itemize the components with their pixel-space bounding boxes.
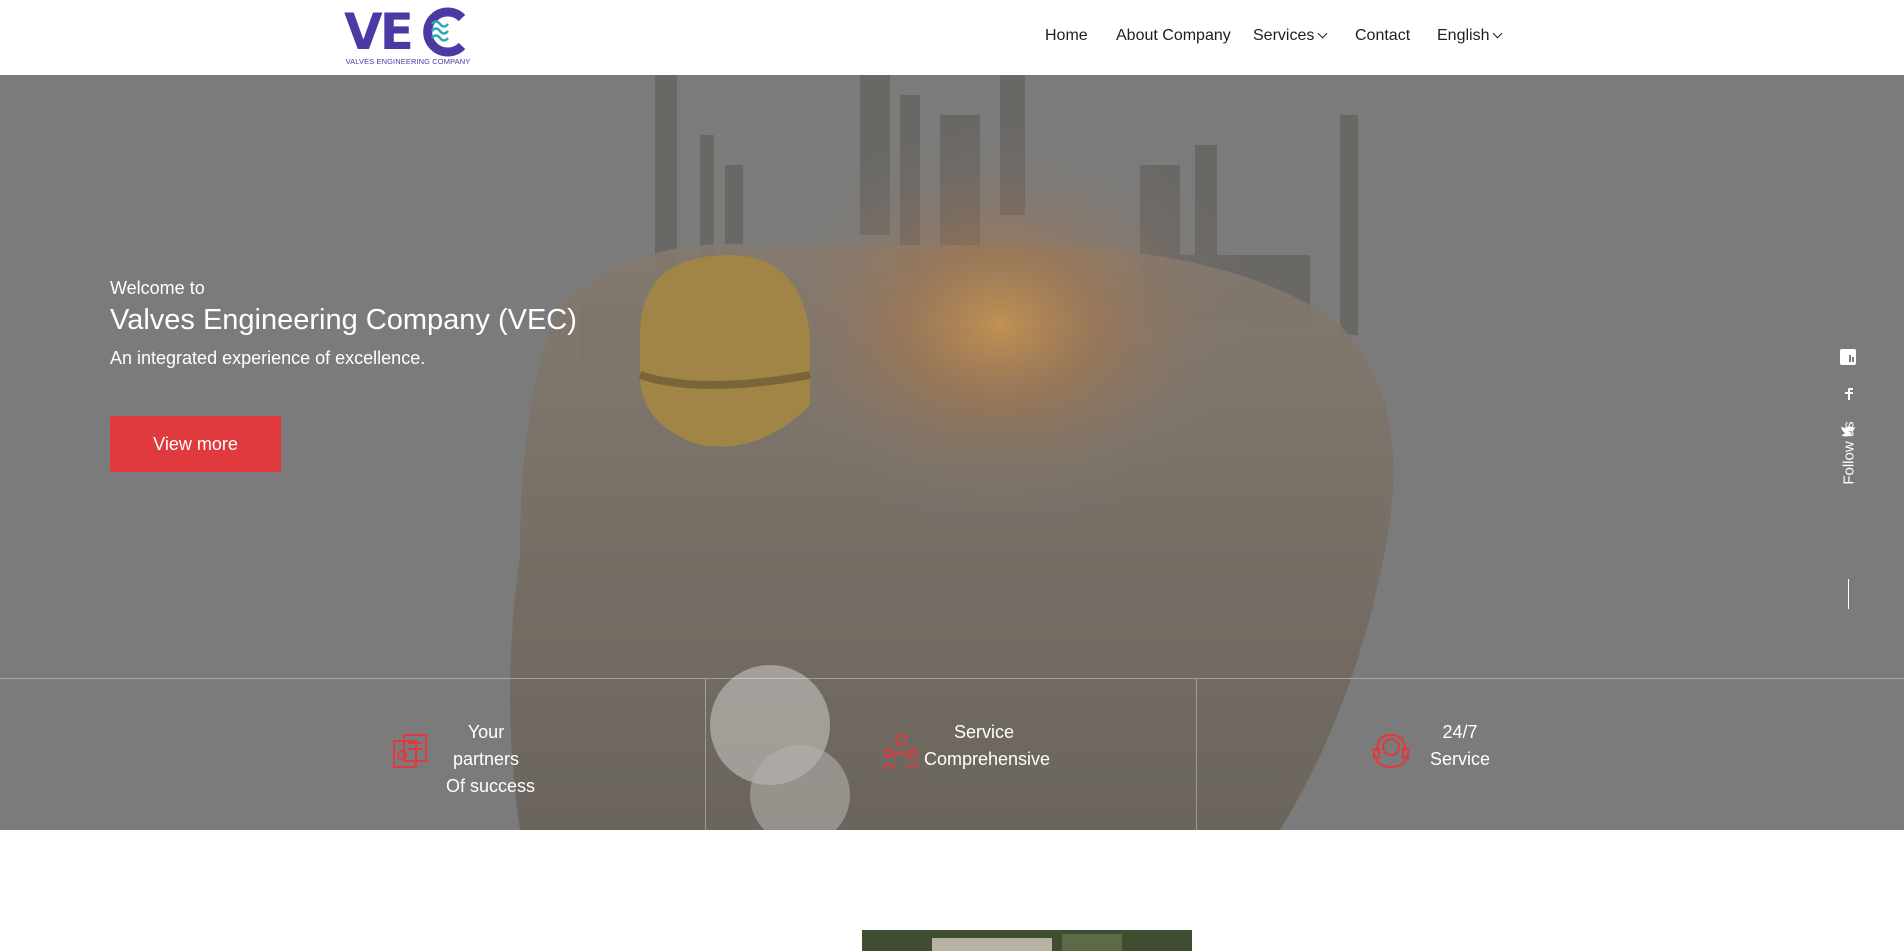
feature-line: Your [467,722,505,742]
hero-text-block: Welcome to Valves Engineering Company (V… [110,277,577,369]
logo-mark: VE [344,3,466,61]
hero-welcome: Welcome to [110,278,205,298]
hero-tagline: An integrated experience of excellence. [110,348,426,368]
feature-line: Of success [446,776,536,796]
site-header: VE VALVES ENGINEERING COMPANY Home About… [0,0,1904,75]
feature-line: Service [953,722,1015,742]
nav-services[interactable]: Services [1253,27,1328,45]
facebook-icon[interactable] [1838,383,1858,403]
linkedin-icon[interactable] [1838,347,1858,367]
feature-comprehensive-service: Service Comprehensive [706,679,1196,830]
logo-subtitle: VALVES ENGINEERING COMPANY [345,57,471,66]
feature-partners: Your partners Of success [0,679,705,830]
feature-text: Your partners Of success [446,719,536,800]
company-logo[interactable]: VE VALVES ENGINEERING COMPANY [344,3,472,68]
nav-services-label: Services [1253,27,1315,44]
chevron-down-icon [1493,28,1503,39]
feature-text: Service Comprehensive [924,719,1051,773]
language-label: English [1437,27,1490,44]
partners-icon [393,734,427,768]
team-service-icon [882,734,920,770]
chevron-down-icon [1317,28,1328,39]
follow-divider [1848,579,1849,609]
feature-24-7-service: 24/7 Service [1197,679,1904,830]
feature-line: Service [1429,749,1491,769]
language-selector[interactable]: English [1437,27,1503,45]
feature-text: 24/7 Service [1425,719,1495,773]
nav-contact[interactable]: Contact [1355,27,1410,45]
feature-line: partners [452,749,520,769]
feature-line: Comprehensive [924,749,1051,769]
section-image-preview [862,930,1192,951]
follow-us-label: Follow us [1840,421,1858,485]
hero-section: Welcome to Valves Engineering Company (V… [0,75,1904,830]
feature-line: 24/7 [1442,722,1478,742]
preview-image [862,930,1192,951]
support-24-7-icon [1373,733,1409,769]
nav-home[interactable]: Home [1045,27,1088,45]
hero-title: Valves Engineering Company (VEC) [110,304,577,336]
features-strip: Your partners Of success Service Compreh… [0,678,1904,830]
nav-about-company[interactable]: About Company [1116,27,1231,45]
svg-text:VE: VE [344,6,411,58]
view-more-button[interactable]: View more [110,416,281,472]
